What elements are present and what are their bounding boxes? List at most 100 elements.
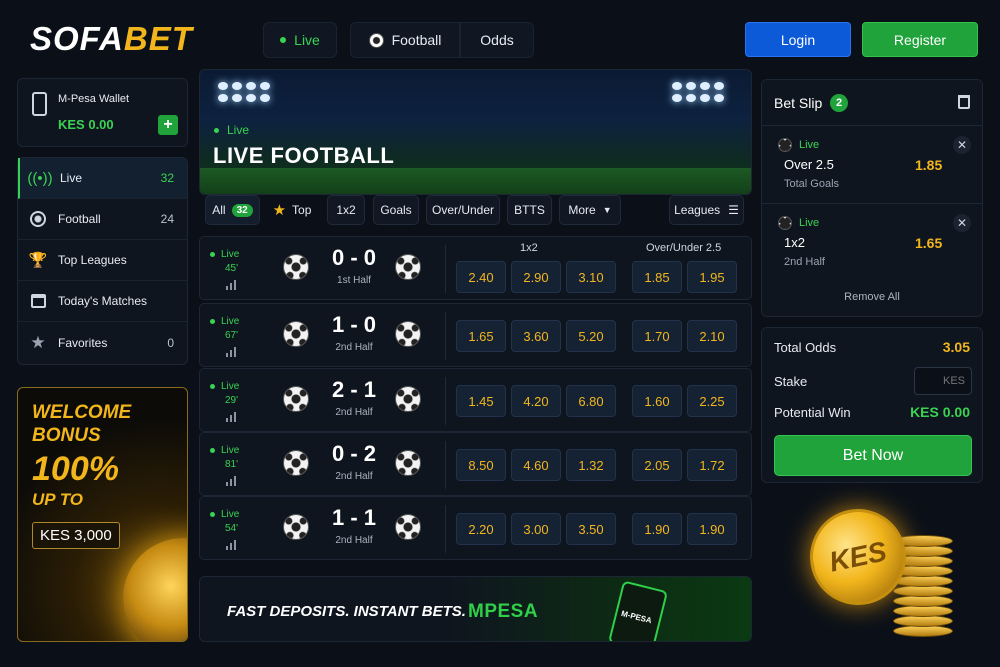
golden-football-image: [123, 538, 187, 641]
selection-odd: 1.65: [915, 235, 943, 251]
odd-button-over[interactable]: 1.60: [632, 385, 682, 417]
remove-all-button[interactable]: Remove All: [762, 291, 982, 303]
bet-selection: Live Over 2.5 Total Goals 1.85 ✕: [762, 125, 982, 203]
match-minute: 54': [225, 523, 239, 534]
mpesa-logo: MPESA: [468, 601, 539, 622]
match-minute: 29': [225, 395, 239, 406]
trash-icon[interactable]: [958, 95, 970, 109]
promo-amount: KES 3,000: [32, 522, 120, 549]
filter-more[interactable]: More ▼: [559, 195, 621, 225]
odd-button-over[interactable]: 2.05: [632, 449, 682, 481]
market-header-1x2: 1x2: [520, 242, 538, 254]
nav-live[interactable]: Live: [263, 22, 337, 58]
promo-line2: BONUS: [32, 425, 101, 446]
odd-button-under[interactable]: 1.95: [687, 261, 737, 293]
odd-button-home[interactable]: 1.45: [456, 385, 506, 417]
odd-button-home[interactable]: 2.20: [456, 513, 506, 545]
stats-icon[interactable]: [226, 280, 238, 290]
odd-button-away[interactable]: 1.32: [566, 449, 616, 481]
mpesa-banner[interactable]: FAST DEPOSITS. INSTANT BETS. MPESA M-PES…: [199, 576, 752, 642]
odd-button-home[interactable]: 8.50: [456, 449, 506, 481]
odd-button-under[interactable]: 2.25: [687, 385, 737, 417]
stats-icon[interactable]: [226, 412, 238, 422]
filter-bar: All 32 ★ Top 1x2 Goals Over/Under BTTS Mor…: [199, 195, 752, 233]
match-live-tag: Live: [210, 445, 239, 456]
sidebar-item-live[interactable]: ((•)) Live 32: [18, 158, 187, 199]
filter-1x2[interactable]: 1x2: [327, 195, 365, 225]
away-team-ball-icon: [395, 450, 421, 476]
match-row[interactable]: Live 81' 0 - 2 2nd Half 8.50 4.60 1.32 2…: [199, 432, 752, 496]
phone-brand: M-PESA: [620, 609, 653, 626]
odd-button-under[interactable]: 2.10: [687, 320, 737, 352]
live-dot-icon: [280, 37, 287, 43]
odd-button-over[interactable]: 1.70: [632, 320, 682, 352]
filter-btts[interactable]: BTTS: [507, 195, 552, 225]
odd-button-away[interactable]: 3.10: [566, 261, 616, 293]
nav-odds[interactable]: Odds: [460, 22, 534, 58]
odd-button-draw[interactable]: 3.60: [511, 320, 561, 352]
stats-icon[interactable]: [226, 347, 238, 357]
filter-all[interactable]: All 32: [205, 195, 260, 225]
football-icon: [778, 138, 792, 152]
match-status: Live: [221, 509, 240, 520]
filter-goals[interactable]: Goals: [373, 195, 419, 225]
sidebar-item-football[interactable]: Football 24: [18, 199, 187, 240]
match-minute: 81': [225, 459, 239, 470]
odd-button-away[interactable]: 6.80: [566, 385, 616, 417]
odd-button-draw[interactable]: 2.90: [511, 261, 561, 293]
leagues-filter-button[interactable]: Leagues ☰: [669, 195, 744, 225]
odd-button-under[interactable]: 1.72: [687, 449, 737, 481]
football-icon: [368, 32, 384, 48]
sidebar-item-top-leagues[interactable]: 🏆 Top Leagues: [18, 240, 187, 281]
odd-button-home[interactable]: 1.65: [456, 320, 506, 352]
odd-button-away[interactable]: 5.20: [566, 320, 616, 352]
match-live-tag: Live: [210, 316, 239, 327]
register-button[interactable]: Register: [862, 22, 978, 57]
stats-icon[interactable]: [226, 476, 238, 486]
match-period: 2nd Half: [335, 535, 373, 546]
promo-line4: UP TO: [32, 490, 84, 509]
match-row[interactable]: Live 29' 2 - 1 2nd Half 1.45 4.20 6.80 1…: [199, 368, 752, 432]
total-odds-value: 3.05: [942, 339, 970, 355]
login-button[interactable]: Login: [745, 22, 851, 57]
away-team-ball-icon: [395, 514, 421, 540]
match-period: 2nd Half: [335, 471, 373, 482]
close-icon[interactable]: ✕: [953, 136, 971, 154]
odd-button-under[interactable]: 1.90: [687, 513, 737, 545]
filter-top[interactable]: ★ Top: [264, 195, 320, 225]
odd-button-draw[interactable]: 3.00: [511, 513, 561, 545]
odd-button-over[interactable]: 1.85: [632, 261, 682, 293]
wallet-add-button[interactable]: +: [158, 115, 178, 135]
nav-football[interactable]: Football: [350, 22, 460, 58]
divider: [445, 312, 446, 360]
match-row[interactable]: Live 67' 1 - 0 2nd Half 1.65 3.60 5.20 1…: [199, 303, 752, 367]
wallet-card: M-Pesa Wallet KES 0.00 +: [17, 78, 188, 147]
stats-icon[interactable]: [226, 540, 238, 550]
logo[interactable]: SOFABET: [30, 20, 193, 58]
live-dot-icon: [214, 127, 219, 133]
star-icon: ★: [30, 332, 46, 352]
potential-win-label: Potential Win: [774, 405, 851, 420]
odd-button-draw[interactable]: 4.20: [511, 385, 561, 417]
sidebar-item-favorites[interactable]: ★ Favorites 0: [18, 322, 187, 363]
hero-live-tag: Live: [214, 123, 249, 137]
filter-all-count: 32: [231, 203, 253, 217]
odd-button-away[interactable]: 3.50: [566, 513, 616, 545]
sidebar-item-todays-matches[interactable]: Today's Matches: [18, 281, 187, 322]
close-icon[interactable]: ✕: [953, 214, 971, 232]
bet-now-button[interactable]: Bet Now: [774, 435, 972, 476]
odd-button-over[interactable]: 1.90: [632, 513, 682, 545]
welcome-bonus-promo[interactable]: WELCOME BONUS 100% UP TO KES 3,000: [17, 387, 188, 642]
away-team-ball-icon: [395, 254, 421, 280]
stadium-lights-left: [218, 82, 280, 102]
calendar-icon: [29, 292, 47, 310]
match-live-tag: Live: [210, 249, 239, 260]
away-team-ball-icon: [395, 321, 421, 347]
odd-button-home[interactable]: 2.40: [456, 261, 506, 293]
stake-input[interactable]: [914, 367, 972, 395]
match-row[interactable]: Live 54' 1 - 1 2nd Half 2.20 3.00 3.50 1…: [199, 496, 752, 560]
match-row[interactable]: Live 45' 0 - 0 1st Half 1x2 Over/Under 2…: [199, 236, 752, 300]
odd-button-draw[interactable]: 4.60: [511, 449, 561, 481]
sidebar-item-label: Live: [60, 171, 83, 185]
filter-over-under[interactable]: Over/Under: [426, 195, 500, 225]
